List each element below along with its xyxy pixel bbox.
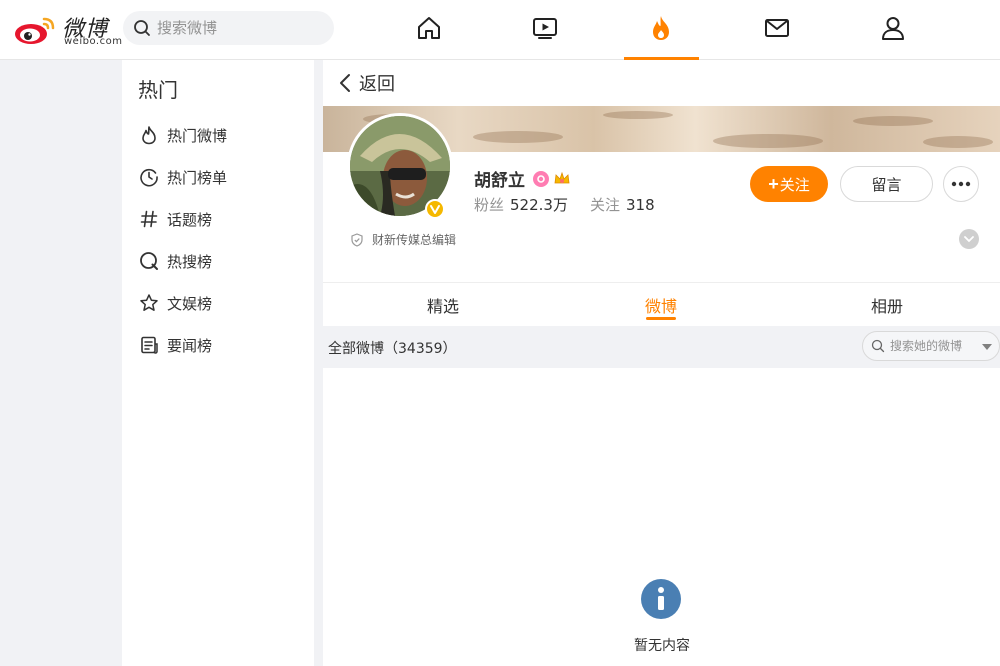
verified-badge-icon — [425, 199, 445, 219]
video-icon — [533, 18, 557, 39]
star-icon — [138, 292, 160, 314]
her-weibo-search[interactable] — [862, 331, 1000, 361]
info-icon — [641, 579, 681, 619]
more-options-button[interactable] — [943, 166, 979, 202]
description-row: 财新传媒总编辑 — [350, 231, 456, 248]
profile-tabs: 精选 微博 相册 — [323, 282, 1000, 326]
sidebar-item-entertainment[interactable]: 文娱榜 — [138, 288, 308, 318]
search-icon — [871, 339, 885, 353]
following-count[interactable]: 318 — [626, 196, 655, 214]
home-icon — [418, 17, 440, 39]
back-bar: 返回 — [323, 60, 1000, 106]
fans-label: 粉丝 — [474, 196, 505, 214]
expand-button[interactable] — [959, 229, 979, 249]
flame-outline-icon — [138, 124, 160, 146]
crown-badge-icon[interactable] — [553, 171, 571, 187]
profile-icon — [882, 17, 904, 40]
profile-card: 胡舒立 粉丝 522.3万 关注 318 + 关注 留言 财新传媒总编辑 — [323, 113, 1000, 282]
main-content: 返回 胡舒立 粉丝 522.3万 关注 318 + 关注 留言 财新传媒总编辑 … — [323, 60, 1000, 666]
message-button[interactable]: 留言 — [840, 166, 933, 202]
search-circle-icon — [138, 250, 160, 272]
her-weibo-search-input[interactable] — [890, 337, 980, 355]
chevron-down-icon — [964, 236, 974, 243]
sidebar-item-label: 要闻榜 — [167, 336, 213, 355]
tab-active-underline — [646, 317, 676, 320]
sidebar-item-hot-weibo[interactable]: 热门微博 — [138, 120, 308, 150]
feed-content: 暂无内容 — [323, 368, 1000, 666]
hashtag-icon — [138, 208, 160, 230]
sidebar-item-label: 热门微博 — [167, 126, 228, 145]
dropdown-caret-icon[interactable] — [982, 344, 992, 350]
nav-hot[interactable] — [643, 10, 679, 46]
nav-mail[interactable] — [759, 10, 795, 46]
tab-featured[interactable]: 精选 — [383, 283, 503, 327]
hot-fire-icon — [653, 16, 669, 40]
sidebar-item-label: 文娱榜 — [167, 294, 213, 313]
all-weibo-count[interactable]: 全部微博（34359） — [328, 338, 457, 358]
sidebar-item-news[interactable]: 要闻榜 — [138, 330, 308, 360]
search-input[interactable] — [157, 17, 322, 39]
top-bar: 微博 weibo.com — [0, 0, 1000, 60]
member-badge-icon[interactable] — [533, 170, 549, 187]
follow-label: 关注 — [779, 176, 810, 194]
back-button[interactable]: 返回 — [337, 70, 395, 96]
sidebar-item-topics[interactable]: 话题榜 — [138, 204, 308, 234]
nav-profile[interactable] — [875, 10, 911, 46]
tab-weibo[interactable]: 微博 — [601, 283, 721, 327]
sidebar-item-label: 热门榜单 — [167, 168, 228, 187]
filter-row: 全部微博（34359） — [323, 328, 1000, 366]
weibo-eye-icon — [15, 17, 55, 44]
chevron-left-icon — [340, 74, 350, 92]
profile-name: 胡舒立 — [474, 171, 525, 191]
logo-domain: weibo.com — [64, 36, 123, 47]
search-box[interactable] — [123, 11, 334, 45]
plus-icon: + — [768, 173, 779, 194]
sidebar-item-hot-search[interactable]: 热搜榜 — [138, 246, 308, 276]
avatar-wrapper[interactable] — [347, 113, 453, 219]
search-icon — [134, 20, 150, 36]
profile-description: 财新传媒总编辑 — [372, 233, 457, 247]
left-gutter — [0, 60, 122, 666]
fans-count[interactable]: 522.3万 — [510, 194, 568, 215]
sidebar-title: 热门 — [138, 78, 178, 102]
empty-state-text: 暂无内容 — [634, 638, 690, 654]
following-label: 关注 — [589, 196, 620, 214]
weibo-logo[interactable]: 微博 weibo.com — [14, 9, 122, 49]
clock-icon — [138, 166, 160, 188]
mail-icon — [765, 19, 789, 37]
sidebar: 热门 热门微博 热门榜单 话题榜 热搜榜 文娱榜 要闻榜 — [122, 60, 314, 666]
name-row: 胡舒立 — [474, 166, 571, 191]
sidebar-item-hot-list[interactable]: 热门榜单 — [138, 162, 308, 192]
follow-button[interactable]: + 关注 — [750, 166, 828, 202]
tab-label: 微博 — [644, 297, 677, 316]
tab-label: 相册 — [870, 297, 903, 316]
tab-label: 精选 — [426, 297, 459, 316]
tab-album[interactable]: 相册 — [827, 283, 947, 327]
news-icon — [138, 334, 160, 356]
shield-check-icon — [351, 232, 363, 247]
sidebar-item-label: 热搜榜 — [167, 252, 213, 271]
nav-home[interactable] — [411, 10, 447, 46]
back-label: 返回 — [359, 74, 395, 95]
stats-row: 粉丝 522.3万 关注 318 — [474, 194, 655, 215]
sidebar-item-label: 话题榜 — [167, 210, 213, 229]
nav-video[interactable] — [527, 10, 563, 46]
more-dots-icon — [951, 181, 971, 187]
